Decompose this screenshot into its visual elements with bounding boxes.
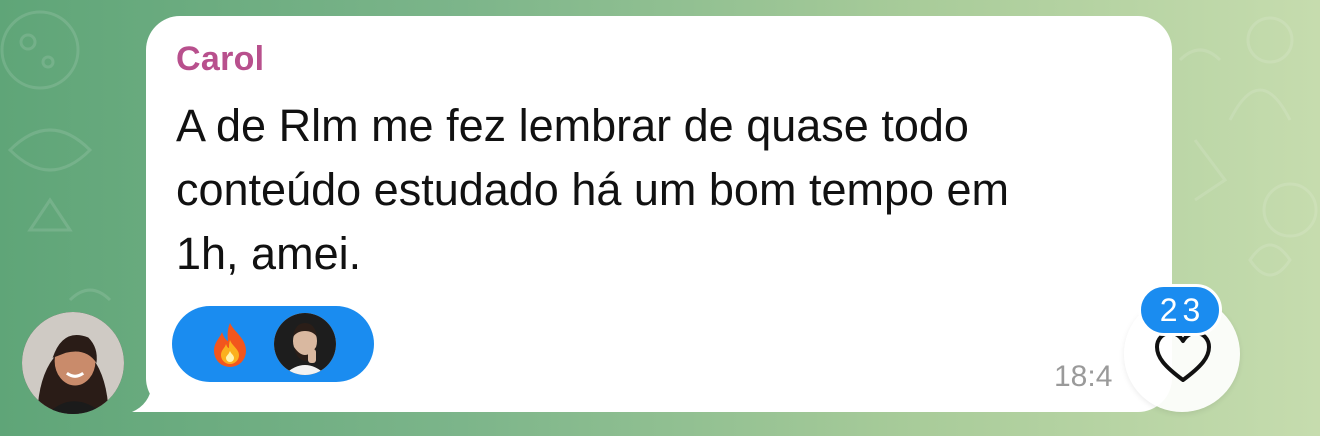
message-line: 1h, amei. [176, 228, 362, 279]
message-line: A de Rlm me fez lembrar de quase todo [176, 100, 969, 151]
sender-avatar[interactable] [22, 312, 124, 414]
message-time: 18:4 [1054, 360, 1113, 393]
like-count-badge: 23 [1138, 284, 1222, 336]
message-line: conteúdo estudado há um bom tempo em [176, 164, 1010, 215]
message-text: A de Rlm me fez lembrar de quase todo co… [176, 94, 1156, 286]
sender-avatar-photo [22, 312, 124, 414]
sender-name[interactable]: Carol [176, 40, 264, 79]
heart-outline-icon [1155, 331, 1211, 382]
reactor-avatar[interactable] [274, 313, 336, 375]
message-bubble[interactable]: Carol A de Rlm me fez lembrar de quase t… [146, 16, 1172, 412]
fire-icon [206, 320, 254, 368]
reaction-pill[interactable] [172, 306, 374, 382]
